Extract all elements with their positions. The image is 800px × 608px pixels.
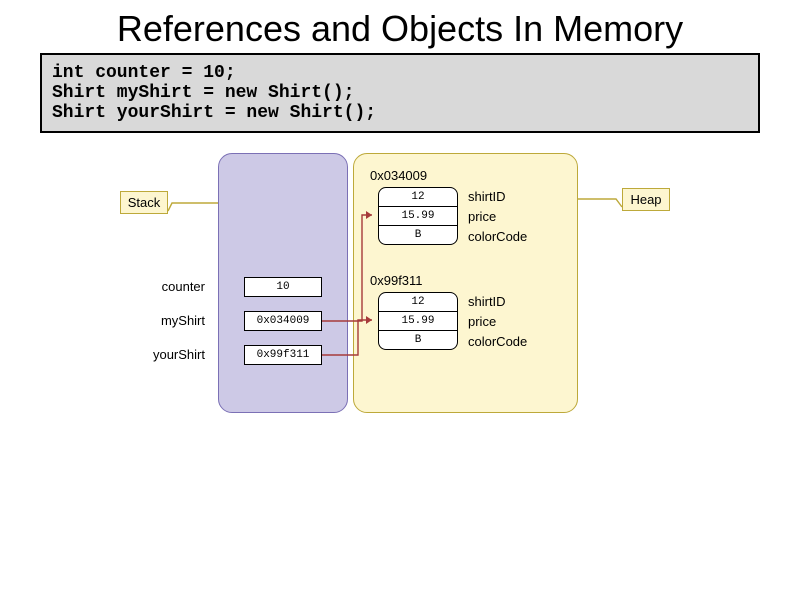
- obj1-colorcode-value: B: [379, 226, 457, 244]
- heap-callout: [578, 199, 622, 207]
- obj2-shirtid-label: shirtID: [468, 294, 506, 309]
- obj1-shirtid-value: 12: [379, 188, 457, 207]
- obj1-address: 0x034009: [370, 168, 427, 183]
- obj2-shirtid-value: 12: [379, 293, 457, 312]
- obj2-colorcode-value: B: [379, 331, 457, 349]
- obj2-address: 0x99f311: [370, 273, 423, 288]
- stack-callout: [168, 203, 218, 211]
- heap-label: Heap: [622, 188, 670, 211]
- page-title: References and Objects In Memory: [0, 8, 800, 49]
- obj2-box: 12 15.99 B: [378, 292, 458, 350]
- obj1-price-label: price: [468, 209, 496, 224]
- stack-label: Stack: [120, 191, 168, 214]
- obj1-box: 12 15.99 B: [378, 187, 458, 245]
- stack-cell-counter: 10: [244, 277, 322, 297]
- var-label-myshirt: myShirt: [135, 313, 205, 328]
- stack-cell-yourshirt: 0x99f311: [244, 345, 322, 365]
- obj2-price-value: 15.99: [379, 312, 457, 331]
- obj2-colorcode-label: colorCode: [468, 334, 527, 349]
- stack-cell-myshirt: 0x034009: [244, 311, 322, 331]
- obj1-price-value: 15.99: [379, 207, 457, 226]
- obj1-shirtid-label: shirtID: [468, 189, 506, 204]
- obj1-colorcode-label: colorCode: [468, 229, 527, 244]
- memory-diagram: Stack Heap counter myShirt yourShirt 10 …: [0, 133, 800, 513]
- obj2-price-label: price: [468, 314, 496, 329]
- var-label-yourshirt: yourShirt: [135, 347, 205, 362]
- var-label-counter: counter: [135, 279, 205, 294]
- code-sample: int counter = 10; Shirt myShirt = new Sh…: [40, 53, 760, 133]
